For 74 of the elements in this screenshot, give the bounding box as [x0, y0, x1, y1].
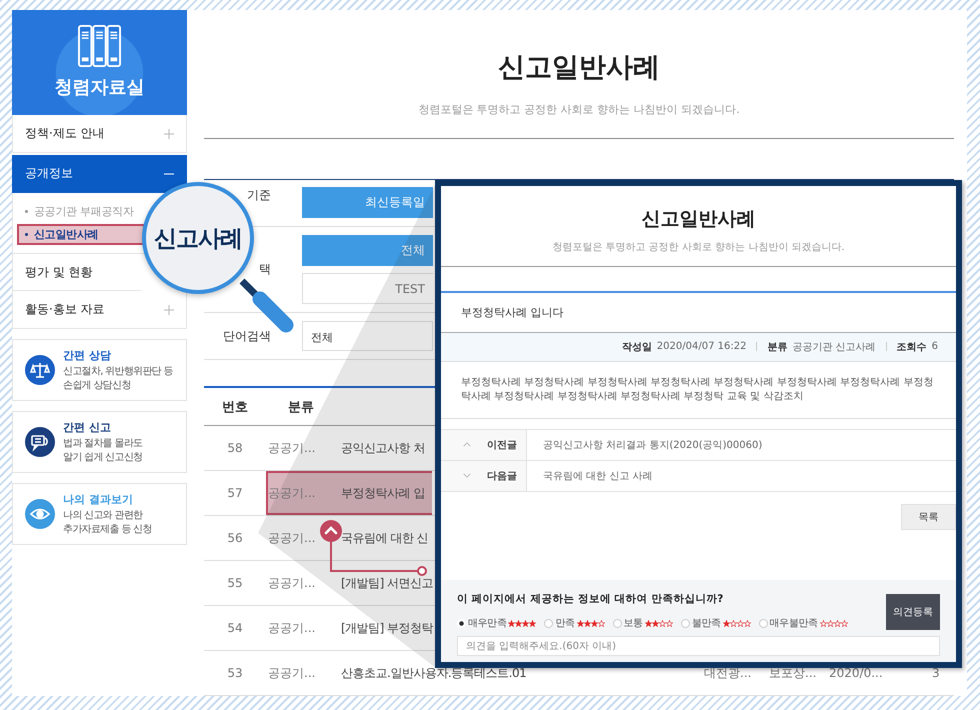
card-description: 손쉽게 상담신청	[63, 378, 132, 392]
survey-question: 이 페이지에서 제공하는 정보에 대하여 만족하십니까?	[457, 592, 724, 606]
table-cell-text: 국유림에 대한 신	[340, 530, 430, 547]
meta-value: 공공기관 신고사례	[792, 340, 876, 354]
table-cell-text: 3	[931, 666, 941, 680]
table-cell-text: 공익신고사항 처	[340, 440, 426, 457]
nav-post-link[interactable]: 공익신고사항 처리결과 통지(2020(공익)00060)	[527, 430, 762, 460]
nav-label: 이전글	[487, 438, 517, 452]
magnifier-label: 신고사례	[154, 224, 242, 254]
table-cell: 공공기...	[266, 471, 336, 516]
post-body: 부정청탁사례 부정청탁사례 부정청탁사례 부정청탁사례 부정청탁사례 부정청탁사례 부정청탁사례 부정청탁사례 부정청탁사례 부정청탁사례 부정청탁사례 부정청탁 교육 및 삭감조치	[441, 362, 956, 418]
table-cell-text: 55	[226, 576, 244, 590]
option-label: 불만족	[692, 617, 721, 630]
option-label: 매우불만족	[770, 617, 818, 630]
menu-item[interactable]: 활동·홍보 자료	[12, 291, 187, 329]
card-title: 간편 상담	[63, 348, 112, 362]
submit-opinion-button[interactable]: 의견등록	[886, 594, 940, 630]
detail-title: 신고일반사례	[640, 207, 756, 232]
shortcut-card[interactable]: 간편 상담 신고절차, 위반행위판단 등 손쉽게 상담신청	[12, 339, 187, 401]
nav-post-link[interactable]: 국유림에 대한 신고 사례	[527, 460, 653, 490]
table-cell: 부정청탁사례 입	[336, 471, 432, 516]
table-cell-text: 공공기...	[267, 440, 316, 457]
menu-item[interactable]: 평가 및 현황	[12, 254, 141, 291]
card-description: 나의 신고와 관련한	[63, 508, 144, 522]
table-cell-text: 57	[226, 486, 244, 500]
card-description: 알기 쉽게 신고신청	[63, 450, 142, 464]
table-cell-text: 58	[226, 441, 244, 456]
page-title: 신고일반사례	[497, 52, 661, 84]
meta-value: 6	[932, 341, 938, 352]
meta-value: 2020/04/07 16:22	[656, 341, 746, 352]
card-description: 법과 절차를 몰라도	[63, 436, 142, 450]
card-title: 나의 결과보기	[63, 492, 134, 506]
table-cell-text: 2020/0...	[829, 666, 884, 680]
nav-label: 다음글	[487, 470, 517, 482]
table-cell-text: [개발팀] 서면신고	[340, 574, 432, 592]
meta-label: 작성일	[622, 340, 652, 354]
submenu-item[interactable]: 신고일반사례	[17, 224, 145, 245]
filter-label: 택	[258, 261, 271, 278]
option-label: 보통	[624, 617, 643, 630]
table-cell-text: 보포상...	[769, 664, 818, 682]
filter-label: 단어검색	[222, 328, 271, 345]
table-cell-text: 공공기...	[267, 620, 316, 637]
page-subtitle: 청렴포털은 투명하고 공정한 사회로 향하는 나침반이 되겠습니다.	[417, 102, 741, 117]
option-label: 만족	[555, 617, 575, 630]
option-label: 매우만족	[468, 617, 506, 630]
card-description: 신고절차, 위반행위판단 등	[63, 364, 173, 378]
table-cell-text: 56	[226, 531, 244, 546]
search-type-select[interactable]: 전체	[302, 321, 433, 352]
detail-subtitle: 청렴포털은 투명하고 공정한 사회로 향하는 나침반이 되겠습니다.	[551, 241, 846, 254]
table-cell-text: 54	[226, 621, 244, 636]
menu-item[interactable]: 정책·제도 안내	[12, 115, 187, 153]
submenu-label: 신고일반사례	[34, 227, 98, 242]
shortcut-card[interactable]: 간편 신고 법과 절차를 몰라도 알기 쉽게 신고신청	[12, 411, 187, 473]
filter-label: 기준	[246, 187, 271, 204]
card-title: 간편 신고	[63, 420, 112, 434]
table-cell-text: 대전광...	[704, 664, 752, 682]
opinion-input-field[interactable]: 의견을 입력해주세요.(60자 이내)	[457, 636, 940, 656]
meta-label: 분류	[767, 340, 788, 354]
table-cell-text: 53	[226, 666, 244, 680]
table-cell-text: 산흥초교.일반사용자.등록테스트.01	[340, 664, 528, 682]
column-header: 번호	[221, 398, 249, 416]
filter-button[interactable]: TEST	[302, 273, 433, 304]
table-cell-text: 공공기...	[267, 574, 316, 592]
table-cell-text: [개발팀] 부정청탁	[340, 620, 432, 637]
list-button[interactable]: 목록	[901, 504, 956, 530]
sidebar-title: 청렴자료실	[54, 76, 144, 99]
meta-label: 조회수	[896, 340, 927, 354]
card-description: 추가자료제출 등 신청	[63, 522, 152, 536]
submenu-label: 공공기관 부패공직자	[34, 204, 134, 219]
table-cell-text: 공공기...	[267, 530, 316, 547]
column-header: 분류	[287, 398, 315, 416]
menu-item[interactable]: 공개정보	[12, 155, 187, 193]
table-cell-text: 공공기...	[267, 664, 316, 682]
shortcut-card[interactable]: 나의 결과보기 나의 신고와 관련한 추가자료제출 등 신청	[12, 483, 187, 545]
